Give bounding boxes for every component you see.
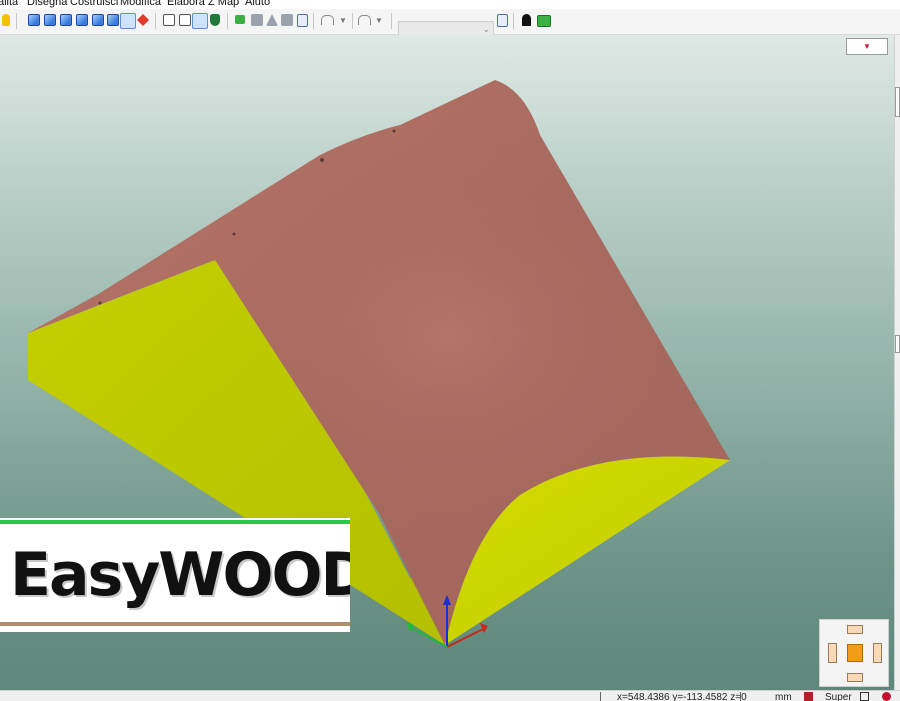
redo-dropdown-icon[interactable]: ▼ [375,16,383,25]
model-mark [392,129,396,133]
model-mark [98,301,102,305]
view-top-icon[interactable] [76,14,88,26]
undo-icon[interactable] [321,15,334,25]
draw-tool-icon[interactable] [266,14,278,26]
toolbar-separator [16,13,17,29]
easywood-logo: EasyWOOD [0,518,350,632]
nav-right-button[interactable] [873,643,882,663]
logo-stripe-green [0,520,350,524]
scrollbar-thumb[interactable] [895,87,900,117]
chevron-down-icon: ⌄ [482,24,490,34]
view-iso-icon[interactable] [28,14,40,26]
wire-shade-icon[interactable] [163,14,175,26]
nav-bottom-button[interactable] [847,673,863,682]
printer-icon[interactable] [251,14,263,26]
nav-left-button[interactable] [828,643,837,663]
model-mark [320,158,324,162]
shield-icon[interactable] [210,14,220,26]
view-front-icon[interactable] [44,14,56,26]
view-menu-button[interactable]: ▾ [846,38,888,55]
outline-shade-icon[interactable] [179,14,191,26]
model-mark [232,232,236,236]
cut-tool-icon[interactable] [281,14,293,26]
logo-stripe-brown [0,622,350,626]
copy-icon[interactable] [497,14,508,27]
axis-x-arrow [480,623,488,633]
toolbar-separator [352,13,353,29]
logo-text: EasyWOOD [10,540,350,610]
view-back-icon[interactable] [92,14,104,26]
menu-item-elabora[interactable]: Elabora [167,0,205,8]
toolbar-separator [227,13,228,29]
view-shaded-icon[interactable] [107,14,119,26]
main-toolbar: ▼ ▼ ⌄ [0,9,900,40]
view-axes-icon[interactable] [120,13,136,29]
menu-bar: alita Disegna Costruisci Modifica Elabor… [0,0,900,9]
view-rotate-icon[interactable] [137,14,149,26]
toolbar-separator [155,13,156,29]
status-bar: x=548.4386 y=-113.4582 z=0 mm Super [0,690,900,701]
toolbar-separator [513,13,514,29]
nav-top-button[interactable] [847,625,863,634]
menu-item-costruisci[interactable]: Costruisci [70,0,118,8]
scrollbar-thumb-secondary[interactable] [895,335,900,353]
menu-item-utilita[interactable]: alita [0,0,18,8]
bulb-icon[interactable] [2,14,10,26]
document-icon[interactable] [297,14,308,27]
viewport-scrollbar[interactable] [894,35,900,690]
user-icon[interactable] [522,14,531,26]
layer-color-icon[interactable] [537,15,551,27]
grid-snap-icon[interactable] [235,15,245,24]
redo-icon[interactable] [358,15,371,25]
menu-item-modifica[interactable]: Modifica [120,0,161,8]
view-navigation-widget[interactable] [819,619,889,687]
menu-item-zmap[interactable]: Z Map [208,0,239,8]
toolbar-separator [391,13,392,29]
solid-shade-icon[interactable] [192,13,208,29]
nav-center-button[interactable] [847,644,863,662]
view-menu-glyph: ▾ [864,41,870,51]
menu-item-aiuto[interactable]: Aiuto [245,0,270,8]
toolbar-separator [313,13,314,29]
undo-dropdown-icon[interactable]: ▼ [339,16,347,25]
view-side-icon[interactable] [60,14,72,26]
menu-item-disegna[interactable]: Disegna [27,0,67,8]
